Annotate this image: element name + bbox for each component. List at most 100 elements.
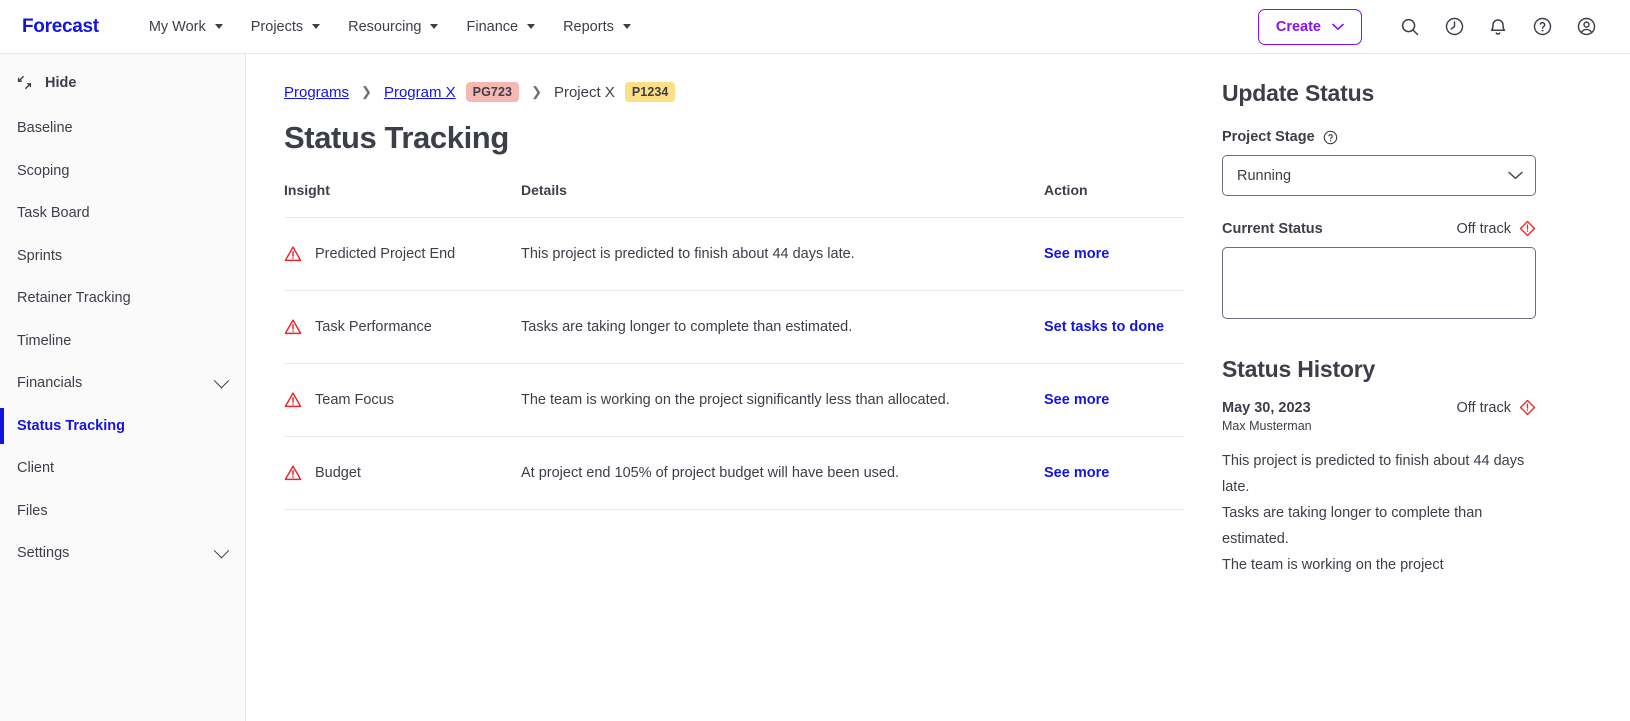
sidebar-item-label: Sprints xyxy=(17,247,63,264)
project-stage-select[interactable]: Running xyxy=(1222,155,1536,196)
chevron-down-icon xyxy=(622,24,631,29)
sidebar-item-label: Settings xyxy=(17,545,70,562)
chevron-down-icon xyxy=(1508,171,1523,180)
cell-insight: Team Focus xyxy=(284,363,521,437)
sidebar-item-task-board[interactable]: Task Board xyxy=(0,192,245,235)
page-title: Status Tracking xyxy=(284,120,509,155)
insights-table-head: Insight Details Action xyxy=(284,182,1184,218)
status-history-entry-header: May 30, 2023 Off track xyxy=(1222,399,1536,416)
sidebar-item-status-tracking[interactable]: Status Tracking xyxy=(0,405,245,448)
sidebar-item-retainer-tracking[interactable]: Retainer Tracking xyxy=(0,277,245,320)
chevron-down-icon xyxy=(1332,23,1344,30)
breadcrumb-current-project: Project X xyxy=(553,83,615,101)
chevron-down-icon xyxy=(213,542,230,559)
breadcrumb-separator: ❯ xyxy=(361,84,372,99)
user-circle-icon xyxy=(1577,17,1595,36)
cell-insight: Budget xyxy=(284,436,521,510)
clock-icon xyxy=(1445,17,1463,36)
sidebar-hide-toggle[interactable]: Hide xyxy=(0,54,245,107)
sidebar-item-settings[interactable]: Settings xyxy=(0,532,245,575)
current-status-label: Current Status xyxy=(1222,220,1323,237)
action-link[interactable]: Set tasks to done xyxy=(1044,319,1164,335)
nav-item-label: My Work xyxy=(148,18,206,35)
brand-logo[interactable]: Forecast xyxy=(22,16,99,38)
create-button-label: Create xyxy=(1275,18,1321,35)
sidebar-item-label: Status Tracking xyxy=(17,417,125,434)
nav-item-label: Reports xyxy=(563,18,614,35)
insight-label: Team Focus xyxy=(315,392,394,408)
sidebar-item-sprints[interactable]: Sprints xyxy=(0,235,245,278)
project-stage-label: Project Stage xyxy=(1222,129,1315,145)
sidebar-item-label: Financials xyxy=(17,375,83,392)
create-button[interactable]: Create xyxy=(1257,8,1362,45)
primary-nav: My Work Projects Resourcing Finance Repo… xyxy=(139,13,641,41)
nav-item-resourcing[interactable]: Resourcing xyxy=(338,13,448,41)
sidebar-item-label: Task Board xyxy=(17,205,90,222)
action-link[interactable]: See more xyxy=(1044,465,1109,481)
cell-action: See more xyxy=(1044,217,1184,291)
insights-table-body: Predicted Project End This project is pr… xyxy=(284,217,1184,510)
warning-triangle-icon xyxy=(284,319,302,335)
nav-item-label: Projects xyxy=(250,18,304,35)
breadcrumb-program-badge: PG723 xyxy=(465,82,520,102)
notifications-button[interactable] xyxy=(1476,5,1520,49)
table-row: Budget At project end 105% of project bu… xyxy=(284,436,1184,510)
sidebar-item-client[interactable]: Client xyxy=(0,447,245,490)
project-stage-value: Running xyxy=(1237,167,1292,184)
status-history-date: May 30, 2023 xyxy=(1222,399,1311,416)
cell-details: At project end 105% of project budget wi… xyxy=(521,436,1044,510)
cell-insight: Predicted Project End xyxy=(284,217,521,291)
breadcrumb-link-programs[interactable]: Programs xyxy=(284,84,349,101)
current-status-textarea[interactable] xyxy=(1222,247,1536,319)
nav-item-reports[interactable]: Reports xyxy=(553,13,641,41)
top-nav-actions: Create xyxy=(1257,5,1630,49)
help-button[interactable] xyxy=(1520,5,1564,49)
status-badge-label: Off track xyxy=(1456,220,1511,237)
body-wrapper: Hide Baseline Scoping Task Board Sprints… xyxy=(0,54,1630,721)
chevron-down-icon xyxy=(214,24,223,29)
collapse-icon xyxy=(17,75,32,90)
table-row: Predicted Project End This project is pr… xyxy=(284,217,1184,291)
help-circle-icon xyxy=(1533,17,1551,36)
action-link[interactable]: See more xyxy=(1044,392,1109,408)
nav-item-my-work[interactable]: My Work xyxy=(139,13,233,41)
insight-label: Predicted Project End xyxy=(315,246,456,262)
sidebar-item-scoping[interactable]: Scoping xyxy=(0,150,245,193)
chevron-down-icon xyxy=(312,24,321,29)
cell-insight: Task Performance xyxy=(284,290,521,364)
status-history-author: Max Musterman xyxy=(1222,419,1312,433)
insight-label: Task Performance xyxy=(315,319,432,335)
sidebar-item-files[interactable]: Files xyxy=(0,490,245,533)
sidebar-item-baseline[interactable]: Baseline xyxy=(0,107,245,150)
update-status-heading: Update Status xyxy=(1222,80,1375,106)
table-header-row: Insight Details Action xyxy=(284,182,1184,218)
update-status-panel: Update Status Project Stage Running Curr… xyxy=(1186,80,1556,721)
help-circle-icon[interactable] xyxy=(1323,130,1338,145)
bell-icon xyxy=(1490,19,1506,35)
sidebar-item-financials[interactable]: Financials xyxy=(0,362,245,405)
action-link[interactable]: See more xyxy=(1044,246,1109,262)
column-header-insight: Insight xyxy=(284,182,330,198)
cell-action: See more xyxy=(1044,436,1184,510)
top-navigation-bar: Forecast My Work Projects Resourcing Fin… xyxy=(0,0,1630,54)
user-account-button[interactable] xyxy=(1564,5,1608,49)
alert-diamond-icon xyxy=(1519,220,1536,237)
cell-action: Set tasks to done xyxy=(1044,290,1184,364)
sidebar-item-timeline[interactable]: Timeline xyxy=(0,320,245,363)
column-header-details: Details xyxy=(521,182,567,198)
main-left-column: Programs ❯ Program X PG723 ❯ Project X P… xyxy=(246,80,1186,721)
sidebar-item-label: Scoping xyxy=(17,162,70,179)
time-tracking-button[interactable] xyxy=(1432,5,1476,49)
chevron-down-icon xyxy=(430,24,439,29)
search-button[interactable] xyxy=(1388,5,1432,49)
nav-item-finance[interactable]: Finance xyxy=(456,13,545,41)
warning-triangle-icon xyxy=(284,392,302,408)
chevron-down-icon xyxy=(213,372,230,389)
breadcrumb-link-program[interactable]: Program X xyxy=(384,84,456,101)
sidebar-item-label: Timeline xyxy=(17,332,72,349)
breadcrumb-project-badge: P1234 xyxy=(624,82,676,102)
status-history-body: This project is predicted to finish abou… xyxy=(1222,453,1525,573)
nav-item-projects[interactable]: Projects xyxy=(241,13,330,41)
project-stage-label-row: Project Stage xyxy=(1222,129,1536,145)
table-row: Task Performance Tasks are taking longer… xyxy=(284,290,1184,364)
